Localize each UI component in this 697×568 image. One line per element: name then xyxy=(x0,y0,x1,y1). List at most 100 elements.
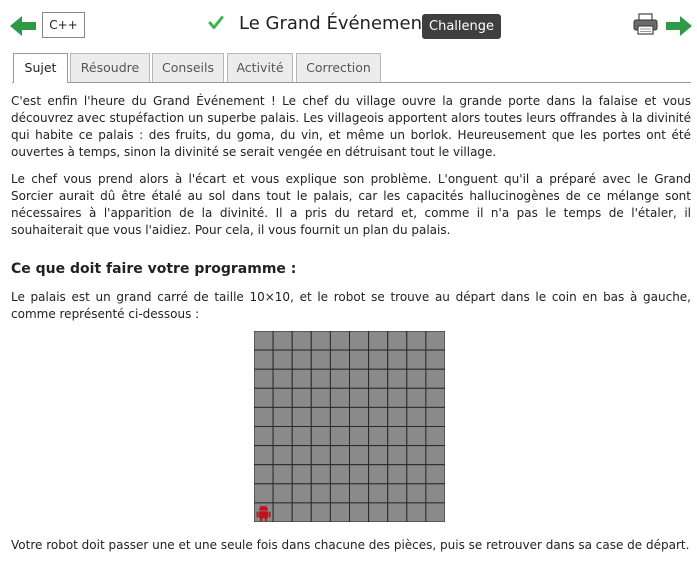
arrow-right-icon[interactable] xyxy=(666,16,692,36)
grid-cell xyxy=(406,368,427,389)
grid-cell xyxy=(291,349,312,370)
grid-cell xyxy=(349,426,370,447)
grid-cell xyxy=(368,483,389,504)
grid-cell xyxy=(329,426,351,447)
grid-cell xyxy=(329,445,351,466)
tab-bar: Sujet Résoudre Conseils Activité Correct… xyxy=(12,53,691,83)
tab-conseils[interactable]: Conseils xyxy=(152,53,224,82)
grid-cell xyxy=(291,483,312,504)
palace-grid xyxy=(254,331,445,522)
grid-cell xyxy=(387,406,408,428)
grid-cell xyxy=(272,406,293,428)
grid-cell xyxy=(310,331,331,351)
challenge-badge: Challenge xyxy=(422,14,501,39)
grid-cell xyxy=(425,464,445,485)
grid-cell xyxy=(291,426,312,447)
grid-cell xyxy=(425,331,445,351)
grid-cell xyxy=(387,426,408,447)
grid-cell xyxy=(272,387,293,408)
grid-cell xyxy=(387,502,408,522)
grid-cell xyxy=(349,464,370,485)
grid-cell xyxy=(349,502,370,522)
grid-cell xyxy=(272,331,293,351)
grid-cell xyxy=(368,445,389,466)
grid-cell xyxy=(425,387,445,408)
grid-cell xyxy=(310,349,331,370)
grid-cell xyxy=(254,331,274,351)
grid-cell xyxy=(368,502,389,522)
grid-cell xyxy=(387,349,408,370)
grid-cell xyxy=(349,483,370,504)
language-selector[interactable]: C++ xyxy=(42,12,85,38)
grid-cell xyxy=(310,445,331,466)
tab-sujet[interactable]: Sujet xyxy=(13,53,68,83)
grid-cell xyxy=(368,368,389,389)
grid-cell xyxy=(254,349,274,370)
grid-cell xyxy=(329,464,351,485)
grid-cell xyxy=(329,387,351,408)
grid-cell xyxy=(368,387,389,408)
goal-paragraph: Votre robot doit passer une et une seule… xyxy=(11,538,690,552)
grid-cell xyxy=(387,368,408,389)
grid-cell xyxy=(425,502,445,522)
section-heading: Ce que doit faire votre programme : xyxy=(11,261,297,277)
intro-paragraph: C'est enfin l'heure du Grand Événement !… xyxy=(11,94,691,159)
grid-cell xyxy=(368,464,389,485)
grid-cell xyxy=(329,502,351,522)
tab-correction[interactable]: Correction xyxy=(296,53,381,82)
page-title: Le Grand Événement xyxy=(239,13,430,34)
grid-cell xyxy=(310,502,331,522)
grid-cell xyxy=(425,426,445,447)
grid-cell xyxy=(425,368,445,389)
grid-cell xyxy=(349,406,370,428)
grid-cell xyxy=(425,445,445,466)
grid-cell xyxy=(272,349,293,370)
grid-cell xyxy=(425,483,445,504)
grid-cell xyxy=(291,464,312,485)
grid-cell xyxy=(406,483,427,504)
grid-cell xyxy=(310,426,331,447)
grid-cell xyxy=(406,387,427,408)
check-icon xyxy=(208,16,224,29)
tab-resoudre[interactable]: Résoudre xyxy=(70,53,150,82)
grid-cell xyxy=(425,406,445,428)
arrow-left-icon[interactable] xyxy=(10,16,36,36)
grid-cell xyxy=(254,387,274,408)
grid-cell xyxy=(406,502,427,522)
grid-cell xyxy=(406,331,427,351)
grid-cell xyxy=(254,426,274,447)
grid-cell xyxy=(272,483,293,504)
grid-cell xyxy=(368,331,389,351)
grid-cell xyxy=(349,349,370,370)
grid-cell xyxy=(291,502,312,522)
grid-cell xyxy=(254,445,274,466)
grid-cell xyxy=(349,368,370,389)
grid-cell xyxy=(387,464,408,485)
grid-cell xyxy=(349,445,370,466)
tab-activite[interactable]: Activité xyxy=(227,53,293,82)
grid-cell xyxy=(349,331,370,351)
grid-cell xyxy=(272,368,293,389)
grid-cell xyxy=(272,502,293,522)
grid-cell xyxy=(387,331,408,351)
grid-cell xyxy=(272,445,293,466)
printer-icon[interactable] xyxy=(633,13,658,35)
grid-cell xyxy=(387,387,408,408)
grid-cell xyxy=(329,349,351,370)
grid-cell xyxy=(310,406,331,428)
grid-cell xyxy=(291,406,312,428)
grid-cell xyxy=(254,406,274,428)
grid-cell xyxy=(310,483,331,504)
palace-description: Le palais est un grand carré de taille 1… xyxy=(11,290,691,321)
grid-cell xyxy=(387,445,408,466)
grid-cell xyxy=(406,445,427,466)
grid-cell xyxy=(425,349,445,370)
grid-cell xyxy=(272,426,293,447)
grid-cell xyxy=(254,368,274,389)
grid-cell xyxy=(368,406,389,428)
grid-cell xyxy=(310,464,331,485)
grid-cell xyxy=(329,368,351,389)
grid-cell xyxy=(329,483,351,504)
grid-cell xyxy=(310,368,331,389)
problem-paragraph: Le chef vous prend alors à l'écart et vo… xyxy=(11,172,691,237)
